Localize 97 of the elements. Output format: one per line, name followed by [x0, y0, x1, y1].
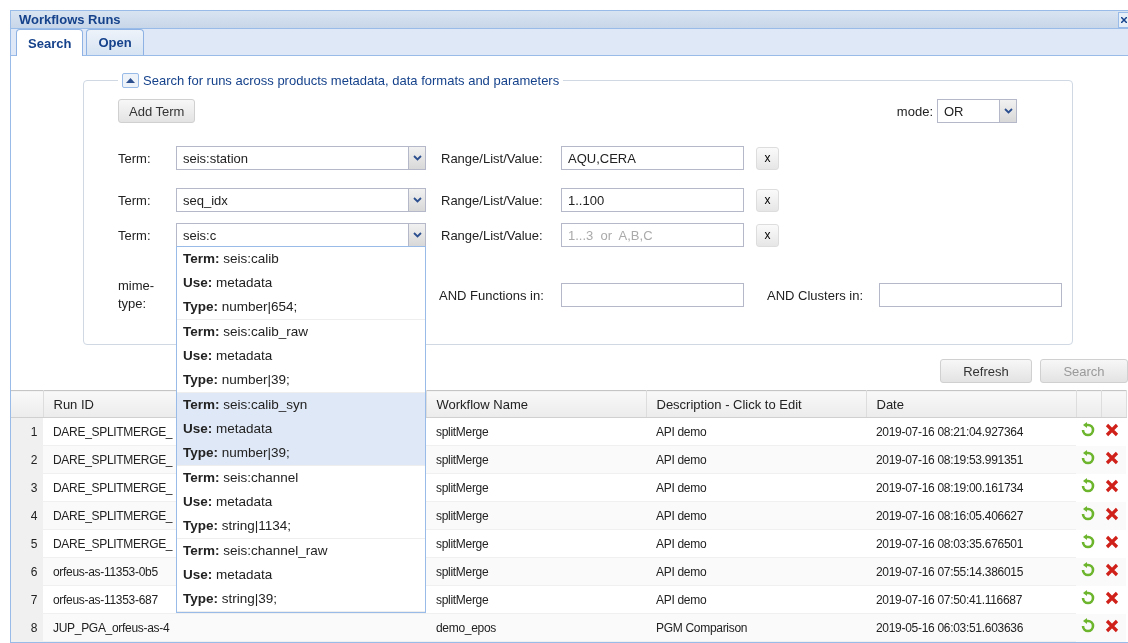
field-label: Term:: [118, 192, 152, 208]
table-cell[interactable]: API demo: [646, 473, 866, 502]
table-cell: 2019-07-16 08:19:00.161734: [866, 473, 1076, 502]
row-number: 6: [11, 557, 43, 586]
dropdown-button[interactable]: [408, 147, 425, 169]
triangle-icon: [126, 78, 135, 83]
close-icon: [1120, 16, 1127, 23]
row-number: 4: [11, 501, 43, 530]
suggestion-text: Term: seis:channel_raw: [183, 542, 329, 560]
action-button[interactable]: Refresh: [940, 359, 1032, 383]
suggestion-text: Type: string|39;: [183, 590, 279, 608]
term-select[interactable]: seq_idx: [176, 188, 426, 212]
field-label: Range/List/Value:: [441, 192, 544, 208]
remove-button[interactable]: x: [756, 146, 779, 170]
row-number: 8: [11, 613, 43, 642]
suggestion-text: Type: number|654;: [183, 298, 299, 316]
dropdown-button[interactable]: [408, 224, 425, 246]
table-cell[interactable]: API demo: [646, 417, 866, 446]
delete-icon[interactable]: [1105, 619, 1119, 633]
suggestion-text: Term: seis:calib_syn: [183, 396, 309, 414]
table-cell: JUP_PGA_orfeus-as-4: [43, 613, 426, 642]
row-number: 3: [11, 473, 43, 502]
delete-icon[interactable]: [1105, 507, 1119, 521]
chevron-down-icon: [412, 197, 422, 203]
chevron-down-icon: [1003, 108, 1013, 114]
remove-button[interactable]: x: [756, 188, 779, 212]
row-number: 1: [11, 417, 43, 446]
dropdown-button[interactable]: [408, 189, 425, 211]
tab[interactable]: Search: [16, 29, 84, 56]
window-title: Workflows Runs: [19, 12, 121, 27]
table-cell[interactable]: API demo: [646, 585, 866, 614]
table-cell[interactable]: PGM Comparison: [646, 613, 866, 642]
value-field[interactable]: 1..100: [561, 188, 744, 212]
table-cell[interactable]: API demo: [646, 501, 866, 530]
suggestion-text: Type: number|39;: [183, 444, 291, 462]
delete-icon[interactable]: [1105, 451, 1119, 465]
suggestion-item[interactable]: Term: seis:calib_syn Use: metadata Type: number|39;: [177, 393, 425, 466]
add-term-button[interactable]: Add Term: [118, 99, 196, 123]
table-cell: 2019-05-16 06:03:51.603636: [866, 613, 1076, 642]
field-label: mode:: [896, 103, 933, 119]
field-label: AND Functions in:: [439, 287, 545, 303]
table-cell: 2019-07-16 08:03:35.676501: [866, 529, 1076, 558]
suggestion-text: Use: metadata: [183, 566, 274, 584]
term-select[interactable]: seis:c: [176, 223, 426, 247]
clusters-field[interactable]: [879, 283, 1062, 307]
field-label: Range/List/Value:: [441, 150, 544, 166]
table-cell: splitMerge: [426, 501, 646, 530]
table-cell: splitMerge: [426, 417, 646, 446]
delete-icon[interactable]: [1105, 535, 1119, 549]
table-cell: 2019-07-16 07:50:41.116687: [866, 585, 1076, 614]
functions-field[interactable]: [561, 283, 744, 307]
suggestion-text: Use: metadata: [183, 347, 274, 365]
collapse-button[interactable]: [122, 73, 139, 88]
column-header[interactable]: Description - Click to Edit: [646, 390, 866, 418]
table-cell: demo_epos: [426, 613, 646, 642]
term-select[interactable]: seis:station: [176, 146, 426, 170]
field-label: Term:: [118, 227, 152, 243]
table-cell: 2019-07-16 08:21:04.927364: [866, 417, 1076, 446]
chevron-down-icon: [412, 232, 422, 238]
table-cell[interactable]: API demo: [646, 445, 866, 474]
tab[interactable]: Open: [86, 29, 144, 55]
section-title: Search for runs across products metadata, data formats and parameters: [143, 73, 560, 88]
field-label: Term:: [118, 150, 152, 166]
value-field[interactable]: 1...3 or A,B,C: [561, 223, 744, 247]
column-header[interactable]: Workflow Name: [426, 390, 646, 418]
suggestion-text: Use: metadata: [183, 274, 274, 292]
table-cell: splitMerge: [426, 473, 646, 502]
table-cell[interactable]: API demo: [646, 557, 866, 586]
table-cell: 2019-07-16 07:55:14.386015: [866, 557, 1076, 586]
mode-select[interactable]: OR: [937, 99, 1017, 123]
delete-icon[interactable]: [1105, 563, 1119, 577]
table-cell: splitMerge: [426, 585, 646, 614]
table-cell: splitMerge: [426, 557, 646, 586]
table-cell[interactable]: API demo: [646, 529, 866, 558]
row-number: 5: [11, 529, 43, 558]
chevron-down-icon: [412, 155, 422, 161]
table-cell: splitMerge: [426, 529, 646, 558]
row-number: 7: [11, 585, 43, 614]
column-header[interactable]: Date: [866, 390, 1076, 418]
delete-icon[interactable]: [1105, 479, 1119, 493]
value-field[interactable]: AQU,CERA: [561, 146, 744, 170]
table-cell: splitMerge: [426, 445, 646, 474]
field-label: Range/List/Value:: [441, 227, 544, 243]
table-cell: 2019-07-16 08:16:05.406627: [866, 501, 1076, 530]
suggestion-text: Term: seis:calib_raw: [183, 323, 310, 341]
close-button[interactable]: [1118, 11, 1128, 28]
delete-icon[interactable]: [1105, 423, 1119, 438]
row-number: 2: [11, 445, 43, 474]
suggestion-text: Use: metadata: [183, 420, 274, 438]
field-label: mime-type:: [118, 277, 156, 313]
remove-button[interactable]: x: [756, 223, 779, 247]
delete-icon[interactable]: [1105, 591, 1119, 605]
table-cell: 2019-07-16 08:19:53.991351: [866, 445, 1076, 474]
dropdown-button[interactable]: [999, 100, 1016, 122]
suggestion-text: Term: seis:calib: [183, 250, 280, 268]
suggestion-text: Type: number|39;: [183, 371, 291, 389]
field-label: AND Clusters in:: [767, 287, 865, 303]
